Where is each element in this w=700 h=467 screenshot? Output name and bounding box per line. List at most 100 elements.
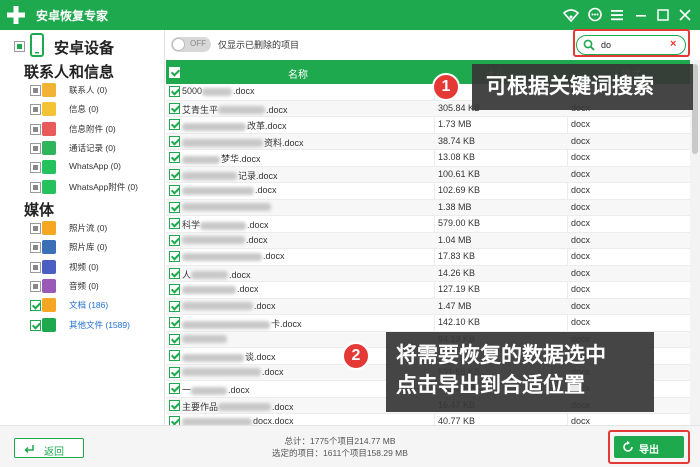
cell-type: docx <box>571 234 591 245</box>
cell-name: 卡.docx <box>182 317 302 330</box>
sidebar-item-checkbox[interactable] <box>30 261 41 273</box>
sidebar-item-checkbox[interactable] <box>30 123 41 135</box>
table-row[interactable]: 梦华.docx 13.08 KB docx <box>166 150 690 167</box>
redacted-text <box>191 386 228 395</box>
cell-size: 1.38 MB <box>438 201 472 212</box>
row-checkbox[interactable] <box>169 416 180 425</box>
minimize-icon[interactable] <box>633 7 649 23</box>
sidebar: 安卓设备 联系人和信息 联系人 (0) 信息 (0) 信息附件 (0) 通话记录 (0… <box>0 30 165 430</box>
table-row[interactable]: 科学 .docx 579.00 KB docx <box>166 216 690 233</box>
device-label[interactable]: 安卓设备 <box>54 37 114 58</box>
sidebar-item-label: 通话记录 (0) <box>69 142 116 153</box>
sidebar-item-checkbox[interactable] <box>30 280 41 292</box>
row-checkbox[interactable] <box>169 102 180 114</box>
header-name[interactable]: 名称 <box>288 66 308 81</box>
redacted-text <box>182 353 244 362</box>
back-button[interactable]: 返回 <box>14 438 84 458</box>
table-row[interactable]: 记录.docx 100.61 KB docx <box>166 166 690 183</box>
sidebar-item[interactable]: 音频 (0) <box>30 278 160 295</box>
row-checkbox[interactable] <box>169 135 180 147</box>
row-checkbox[interactable] <box>169 317 180 328</box>
export-button[interactable]: 导出 <box>614 436 684 458</box>
cell-name: .docx <box>182 251 285 261</box>
table-row[interactable]: 改革.docx 1.73 MB docx <box>166 117 690 134</box>
row-checkbox[interactable] <box>169 152 180 163</box>
cell-name: .docx <box>182 301 276 311</box>
cell-type: docx <box>571 152 591 162</box>
cell-name: 资料.docx <box>182 136 304 149</box>
cell-size: 38.74 KB <box>438 135 476 146</box>
select-all-checkbox[interactable] <box>169 67 180 78</box>
row-checkbox[interactable] <box>169 284 180 295</box>
sidebar-item[interactable]: 视频 (0) <box>30 259 160 276</box>
sidebar-item-checkbox[interactable] <box>30 85 41 96</box>
row-checkbox[interactable] <box>169 185 180 196</box>
sidebar-item[interactable]: WhatsApp附件 (0) <box>30 179 160 196</box>
row-checkbox[interactable] <box>169 350 180 361</box>
search-highlight-frame <box>573 29 690 57</box>
row-checkbox[interactable] <box>169 234 180 246</box>
row-checkbox[interactable] <box>169 86 180 97</box>
table-row[interactable]: .docx 17.83 KB docx <box>166 249 690 266</box>
table-row[interactable]: docx.docx 40.77 KB docx <box>166 414 690 425</box>
redacted-text <box>182 122 246 131</box>
sidebar-item[interactable]: 文档 (186) <box>30 298 160 314</box>
sidebar-item[interactable]: 其他文件 (1589) <box>30 317 160 334</box>
sidebar-item[interactable]: 联系人 (0) <box>30 83 160 99</box>
maximize-icon[interactable] <box>655 7 671 23</box>
app-title: 安卓恢复专家 <box>36 9 109 23</box>
scrollbar[interactable] <box>690 60 700 425</box>
table-row[interactable]: .docx 127.19 KB docx <box>166 282 690 299</box>
menu-icon[interactable] <box>609 7 625 23</box>
sidebar-item[interactable]: 照片流 (0) <box>30 221 160 237</box>
device-checkbox[interactable] <box>14 41 25 52</box>
chat-icon[interactable] <box>587 7 603 23</box>
row-checkbox[interactable] <box>169 267 180 279</box>
table-row[interactable]: .docx 102.69 KB docx <box>166 183 690 200</box>
cell-name: 一 .docx <box>182 383 250 396</box>
sidebar-item-checkbox[interactable] <box>30 223 41 234</box>
sidebar-item-checkbox[interactable] <box>30 242 41 254</box>
redacted-text <box>182 320 270 329</box>
row-checkbox[interactable] <box>169 366 180 378</box>
table-row[interactable]: .docx 1.47 MB docx <box>166 298 690 315</box>
sidebar-item-checkbox[interactable] <box>30 181 41 193</box>
redacted-text <box>218 403 272 412</box>
row-checkbox[interactable] <box>169 168 180 180</box>
sidebar-item-checkbox[interactable] <box>30 104 41 116</box>
callout-number-2: 2 <box>342 342 370 370</box>
sidebar-item[interactable]: 通话记录 (0) <box>30 140 160 157</box>
table-row[interactable]: 人 .docx 14.26 KB docx <box>166 265 690 282</box>
sidebar-item-label: 联系人 (0) <box>69 85 108 95</box>
cell-type: docx <box>571 267 591 278</box>
sidebar-item-checkbox[interactable] <box>30 162 41 174</box>
table-row[interactable]: 卡.docx 142.10 KB docx <box>166 315 690 332</box>
sidebar-item[interactable]: WhatsApp (0) <box>30 160 160 176</box>
row-checkbox[interactable] <box>169 201 180 213</box>
row-checkbox[interactable] <box>169 383 180 394</box>
sidebar-item[interactable]: 信息 (0) <box>30 102 160 118</box>
row-checkbox[interactable] <box>169 218 180 229</box>
name-suffix: 改革.docx <box>247 121 287 131</box>
row-checkbox[interactable] <box>169 300 180 312</box>
name-suffix: 资料.docx <box>264 137 304 148</box>
table-row[interactable]: 资料.docx 38.74 KB docx <box>166 133 690 150</box>
table-row[interactable]: 1.38 MB docx <box>166 199 690 216</box>
name-prefix: 艾青生平 <box>182 104 219 115</box>
sidebar-item-label: 照片流 (0) <box>69 223 108 233</box>
row-checkbox[interactable] <box>169 333 180 345</box>
cell-name: 谈.docx <box>182 350 276 363</box>
deleted-only-toggle[interactable]: OFF <box>171 37 211 52</box>
name-prefix: 主要作品 <box>182 401 219 412</box>
sidebar-item[interactable]: 照片库 (0) <box>30 240 160 256</box>
row-checkbox[interactable] <box>169 119 180 130</box>
sidebar-item-checkbox[interactable] <box>30 142 41 154</box>
table-row[interactable]: .docx 1.04 MB docx <box>166 232 690 249</box>
row-checkbox[interactable] <box>169 399 180 411</box>
sidebar-item-checkbox[interactable] <box>30 319 41 331</box>
wifi-icon[interactable] <box>563 7 579 23</box>
close-icon[interactable] <box>677 7 693 23</box>
row-checkbox[interactable] <box>169 251 180 262</box>
sidebar-item[interactable]: 信息附件 (0) <box>30 121 160 138</box>
sidebar-item-checkbox[interactable] <box>30 300 41 312</box>
